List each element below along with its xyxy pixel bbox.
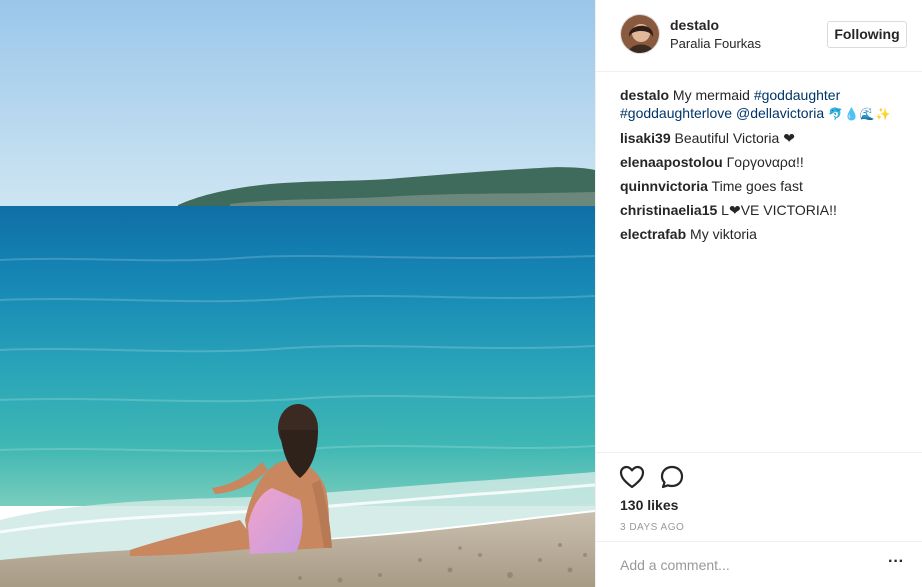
header-location[interactable]: Paralia Fourkas <box>670 36 761 51</box>
post-actions: 130 likes 3 DAYS AGO ··· <box>596 452 922 587</box>
comment-item: lisaki39 Beautiful Victoria ❤ <box>620 129 910 147</box>
comment-author[interactable]: quinnvictoria <box>620 178 708 194</box>
comment-list: destalo My mermaid #goddaughter #goddaug… <box>620 86 910 249</box>
hashtag-link[interactable]: #goddaughterlove <box>620 105 732 121</box>
hashtag-link[interactable]: #goddaughter <box>754 87 840 103</box>
comment-item: elenaapostolou Γοργοναρα!! <box>620 153 910 171</box>
comment-item: electrafab My viktoria <box>620 225 910 243</box>
post-photo[interactable] <box>0 0 595 587</box>
post-view: destalo Paralia Fourkas Following destal… <box>0 0 922 587</box>
avatar[interactable] <box>620 14 660 54</box>
comment-text: L❤VE VICTORIA!! <box>721 202 837 218</box>
avatar-image <box>621 15 659 53</box>
likes-count[interactable]: 130 likes <box>620 497 678 513</box>
caption-author[interactable]: destalo <box>620 87 669 103</box>
comment-text: Γοργοναρα!! <box>726 154 804 170</box>
add-comment-input[interactable] <box>620 552 860 578</box>
more-options-button[interactable]: ··· <box>886 554 906 572</box>
post-header: destalo Paralia Fourkas Following <box>596 0 922 72</box>
comment-text: Time goes fast <box>711 178 803 194</box>
comment-author[interactable]: electrafab <box>620 226 686 242</box>
heart-outline-icon <box>619 465 645 489</box>
beach-photo-image <box>0 0 595 587</box>
comment-author[interactable]: lisaki39 <box>620 130 671 146</box>
comment-author[interactable]: elenaapostolou <box>620 154 723 170</box>
add-comment-bar: ··· <box>596 541 922 587</box>
caption-text: My mermaid <box>672 87 754 103</box>
header-username[interactable]: destalo <box>670 17 719 33</box>
post-side-panel: destalo Paralia Fourkas Following destal… <box>595 0 922 587</box>
caption-emojis: 🐬💧🌊✨ <box>828 107 892 121</box>
comment-item: christinaelia15 L❤VE VICTORIA!! <box>620 201 910 219</box>
following-button[interactable]: Following <box>827 21 907 48</box>
speech-bubble-icon <box>660 465 684 489</box>
comment-item: quinnvictoria Time goes fast <box>620 177 910 195</box>
comment-author[interactable]: christinaelia15 <box>620 202 717 218</box>
post-timestamp[interactable]: 3 DAYS AGO <box>620 522 684 533</box>
comment-text: My viktoria <box>690 226 757 242</box>
mention-link[interactable]: @dellavictoria <box>736 105 824 121</box>
caption: destalo My mermaid #goddaughter #goddaug… <box>620 86 910 123</box>
like-button[interactable] <box>618 463 646 491</box>
comment-button[interactable] <box>658 463 686 491</box>
comment-text: Beautiful Victoria ❤ <box>674 130 795 146</box>
